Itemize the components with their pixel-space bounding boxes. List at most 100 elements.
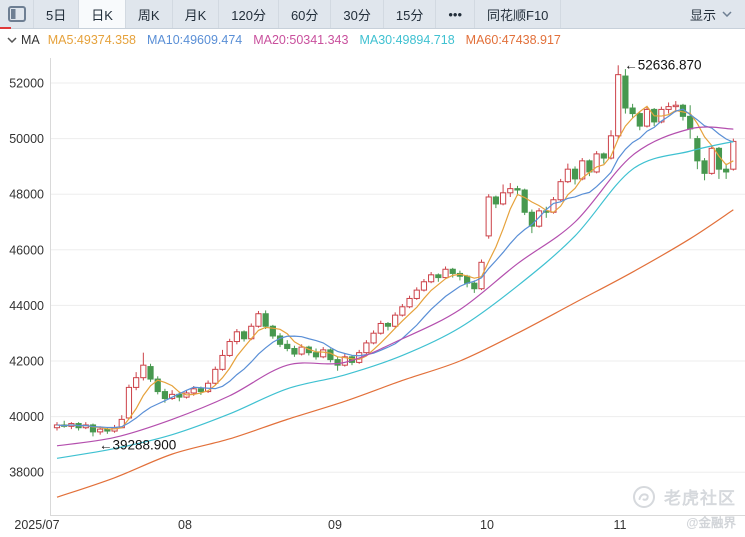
candle-body <box>385 323 390 326</box>
display-button[interactable]: 显示 <box>677 0 745 28</box>
candle-body <box>126 387 131 418</box>
tab-30min[interactable]: 30分 <box>331 0 383 28</box>
y-axis-labels: 5200050000480004600044000420004000038000 <box>9 77 44 480</box>
ma-legend-ma60: MA60:47438.917 <box>466 33 561 47</box>
candle-body <box>702 161 707 174</box>
ma-line-ma60 <box>57 210 733 497</box>
candle-body <box>364 343 369 353</box>
candle-body <box>637 114 642 127</box>
candle-body <box>515 189 520 190</box>
candle-body <box>601 154 606 158</box>
candle-body <box>299 347 304 354</box>
candle-body <box>508 189 513 193</box>
high-price-annotation: ←52636.870 <box>624 57 701 72</box>
candle-body <box>666 107 671 110</box>
tab-month-k[interactable]: 月K <box>173 0 220 28</box>
candle-body <box>630 108 635 114</box>
ma-legend: MA5:49374.358 MA10:49609.474 MA20:50341.34… <box>48 33 572 47</box>
toolbar-tabs: 5日日K周K月K120分60分30分15分•••同花顺F10 <box>34 0 561 28</box>
candle-body <box>292 348 297 354</box>
candle-body <box>141 365 146 378</box>
y-tick-label: 50000 <box>9 132 44 146</box>
candle-body <box>220 355 225 369</box>
y-tick-label: 52000 <box>9 77 44 91</box>
candle-body <box>572 169 577 179</box>
candle-body <box>191 389 196 393</box>
panel-toggle-button[interactable] <box>0 0 34 28</box>
candle-body <box>558 182 563 200</box>
candle-body <box>421 282 426 290</box>
toolbar-spacer <box>561 0 677 28</box>
candle-body <box>623 76 628 108</box>
candle-body <box>400 307 405 315</box>
y-tick-label: 38000 <box>9 466 44 480</box>
ma-collapse-toggle[interactable] <box>7 37 17 43</box>
ma-line-ma5 <box>57 106 733 429</box>
candle-body <box>198 389 203 392</box>
candle-body <box>486 197 491 236</box>
candle-body <box>522 190 527 212</box>
ma-legend-ma10: MA10:49609.474 <box>147 33 242 47</box>
candle-body <box>443 269 448 277</box>
x-tick-label: 09 <box>328 518 342 532</box>
candle-body <box>256 314 261 327</box>
candle-body <box>724 169 729 172</box>
chart-toolbar: 5日日K周K月K120分60分30分15分•••同花顺F10 显示 <box>0 0 745 29</box>
candle-body <box>429 275 434 282</box>
chevron-down-icon <box>7 37 17 43</box>
candle-body <box>148 367 153 380</box>
kline-chart[interactable]: 5200050000480004600044000420004000038000… <box>0 50 745 537</box>
tab-day-k[interactable]: 日K <box>79 0 126 28</box>
ma-indicator-row: MA MA5:49374.358 MA10:49609.474 MA20:50341… <box>0 29 745 50</box>
ma-line-ma20 <box>57 127 733 446</box>
tab-week-k[interactable]: 周K <box>126 0 173 28</box>
candle-body <box>688 116 693 129</box>
tab-120min[interactable]: 120分 <box>219 0 279 28</box>
x-tick-label: 2025/07 <box>14 518 59 532</box>
grid-lines <box>50 83 745 472</box>
candle-body <box>313 353 318 357</box>
ma-title: MA <box>21 33 40 47</box>
candle-body <box>134 378 139 388</box>
tab-more[interactable]: ••• <box>436 0 475 28</box>
candle-body <box>213 369 218 383</box>
x-tick-label: 10 <box>480 518 494 532</box>
tab-15min[interactable]: 15分 <box>384 0 436 28</box>
y-tick-label: 42000 <box>9 355 44 369</box>
candle-body <box>472 283 477 289</box>
candle-body <box>227 342 232 356</box>
candle-body <box>673 105 678 106</box>
chevron-down-icon <box>722 11 732 17</box>
candle-body <box>616 75 621 136</box>
candle-body <box>644 109 649 126</box>
candle-body <box>321 350 326 357</box>
panel-toggle-icon <box>8 6 26 22</box>
candle-body <box>450 269 455 273</box>
candle-body <box>565 169 570 182</box>
candle-body <box>500 193 505 204</box>
ma-legend-ma20: MA20:50341.343 <box>253 33 348 47</box>
candle-body <box>234 332 239 342</box>
x-tick-label: 08 <box>178 518 192 532</box>
tab-ths-f10[interactable]: 同花顺F10 <box>475 0 561 28</box>
tab-60min[interactable]: 60分 <box>279 0 331 28</box>
ma-legend-ma5: MA5:49374.358 <box>48 33 136 47</box>
candle-body <box>587 161 592 172</box>
candle-body <box>393 315 398 326</box>
y-tick-label: 48000 <box>9 188 44 202</box>
tab-5day[interactable]: 5日 <box>34 0 79 28</box>
candle-body <box>378 323 383 333</box>
ma-line-ma30 <box>57 142 733 459</box>
x-tick-label: 11 <box>614 518 627 532</box>
y-tick-label: 44000 <box>9 299 44 313</box>
candle-body <box>371 333 376 343</box>
candle-body <box>98 429 103 432</box>
candle-body <box>493 197 498 204</box>
candle-body <box>285 344 290 348</box>
low-price-annotation: ←39288.900 <box>99 437 176 452</box>
candle-body <box>594 154 599 172</box>
candle-body <box>731 141 736 169</box>
y-tick-label: 40000 <box>9 410 44 424</box>
x-axis-labels: 2025/07 08 09 10 11 <box>14 518 626 532</box>
candle-body <box>436 275 441 278</box>
